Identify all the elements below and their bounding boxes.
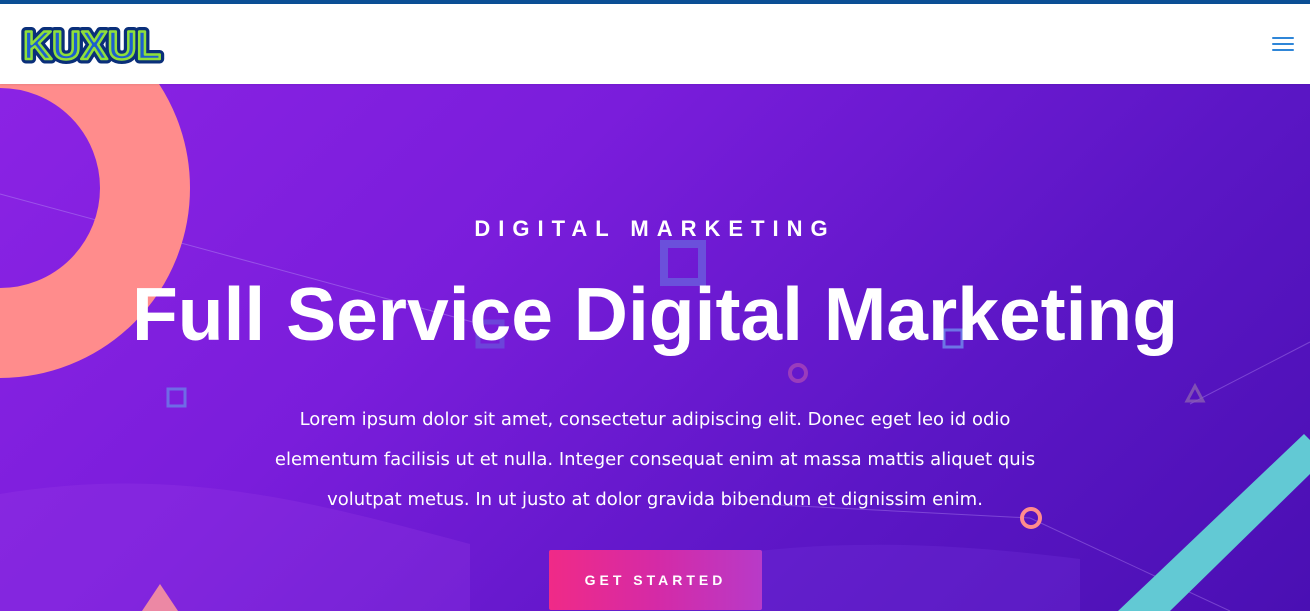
square-outline-shape — [166, 387, 187, 408]
logo-wordmark: KUXUL KUXUL — [19, 20, 166, 73]
teal-band-shape — [1118, 434, 1310, 611]
menu-bar — [1272, 43, 1294, 45]
menu-bar — [1272, 49, 1294, 51]
hamburger-menu-icon[interactable] — [1272, 35, 1294, 53]
svg-text:KUXUL: KUXUL — [23, 24, 161, 68]
hero-title: Full Service Digital Marketing — [131, 272, 1179, 356]
site-header: KUXUL KUXUL — [0, 4, 1310, 84]
ring-dot-shape — [788, 363, 808, 383]
site-logo[interactable]: KUXUL KUXUL — [19, 19, 166, 73]
triangle-outline-shape — [1184, 382, 1206, 403]
get-started-button[interactable]: GET STARTED — [549, 550, 762, 610]
menu-bar — [1272, 37, 1294, 39]
hero-section: DIGITAL MARKETING Full Service Digital M… — [0, 84, 1310, 611]
hero-eyebrow: DIGITAL MARKETING — [474, 216, 836, 241]
hero-description: Lorem ipsum dolor sit amet, consectetur … — [274, 409, 1036, 510]
